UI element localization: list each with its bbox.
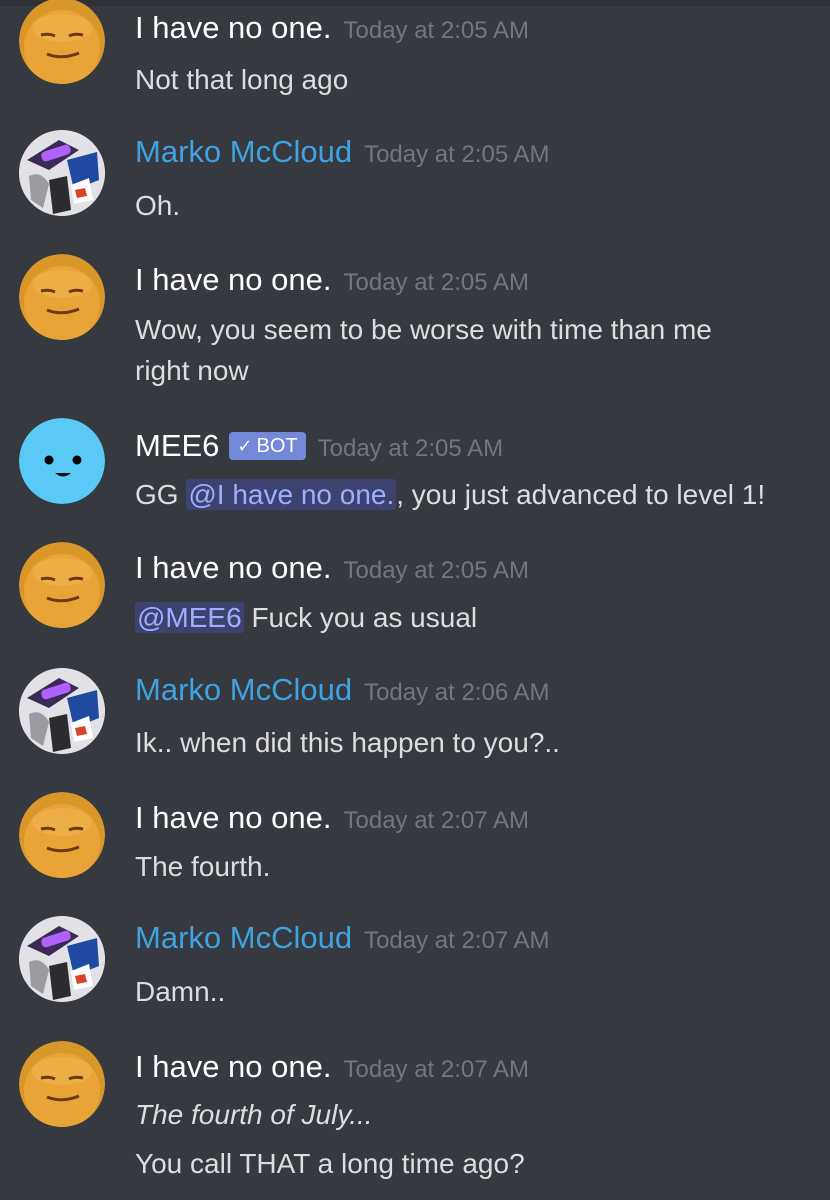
username[interactable]: I have no one. (135, 550, 332, 585)
timestamp: Today at 2:05 AM (343, 269, 529, 296)
user-mention[interactable]: @MEE6 (135, 602, 244, 633)
message-line: Damn.. (135, 976, 226, 1007)
message-text: GG @I have no one., you just advanced to… (135, 474, 815, 515)
username[interactable]: I have no one. (135, 10, 332, 45)
timestamp: Today at 2:06 AM (364, 679, 550, 706)
robot-character-avatar[interactable] (19, 130, 105, 216)
message-text: Damn.. (135, 971, 815, 1012)
username[interactable]: Marko McCloud (135, 672, 352, 707)
message-line-italic: The fourth of July... (135, 1099, 373, 1130)
message-text: Oh. (135, 185, 815, 226)
chat-messages: I have no one. Today at 2:05 AM Not that … (0, 0, 830, 1200)
orange-face-avatar[interactable] (19, 254, 105, 340)
timestamp: Today at 2:07 AM (343, 1056, 529, 1083)
message-text-prefix: GG (135, 479, 187, 510)
check-icon: ✓ (237, 436, 253, 456)
timestamp: Today at 2:05 AM (364, 141, 550, 168)
message-text-suffix: Fuck you as usual (243, 602, 478, 633)
message-text: Not that long ago (135, 59, 815, 100)
message-line: Not that long ago (135, 64, 349, 95)
timestamp: Today at 2:07 AM (364, 927, 550, 954)
orange-face-avatar[interactable] (19, 1041, 105, 1127)
mee6-face-avatar[interactable] (19, 418, 105, 504)
username[interactable]: I have no one. (135, 262, 332, 297)
message-line: Oh. (135, 190, 181, 221)
username[interactable]: Marko McCloud (135, 134, 352, 169)
message-text: Wow, you seem to be worse with time than… (135, 309, 815, 391)
message-line: Ik.. when did this happen to you?.. (135, 727, 560, 758)
message-text: The fourth. (135, 846, 815, 887)
message-text: @MEE6 Fuck you as usual (135, 597, 815, 638)
message-text: Ik.. when did this happen to you?.. (135, 722, 815, 763)
robot-character-avatar[interactable] (19, 916, 105, 1002)
timestamp: Today at 2:05 AM (343, 557, 529, 584)
user-mention[interactable]: @I have no one. (186, 479, 397, 510)
username[interactable]: Marko McCloud (135, 920, 352, 955)
message-text: The fourth of July... You call THAT a lo… (135, 1094, 815, 1184)
orange-face-avatar[interactable] (19, 792, 105, 878)
orange-face-avatar[interactable] (19, 542, 105, 628)
robot-character-avatar[interactable] (19, 668, 105, 754)
username[interactable]: MEE6 (135, 428, 219, 463)
timestamp: Today at 2:05 AM (317, 435, 504, 462)
orange-face-avatar[interactable] (19, 0, 105, 84)
message-line: You call THAT a long time ago? (135, 1148, 525, 1179)
message-line: right now (135, 355, 249, 386)
message-line: Wow, you seem to be worse with time than… (135, 314, 712, 345)
username[interactable]: I have no one. (135, 800, 332, 835)
bot-badge: ✓ BOT (229, 432, 306, 460)
message-line: The fourth. (135, 851, 271, 882)
timestamp: Today at 2:07 AM (343, 807, 529, 834)
bot-badge-label: BOT (256, 435, 298, 457)
timestamp: Today at 2:05 AM (343, 17, 529, 44)
message-text-suffix: , you just advanced to level 1! (396, 479, 766, 510)
username[interactable]: I have no one. (135, 1049, 332, 1084)
